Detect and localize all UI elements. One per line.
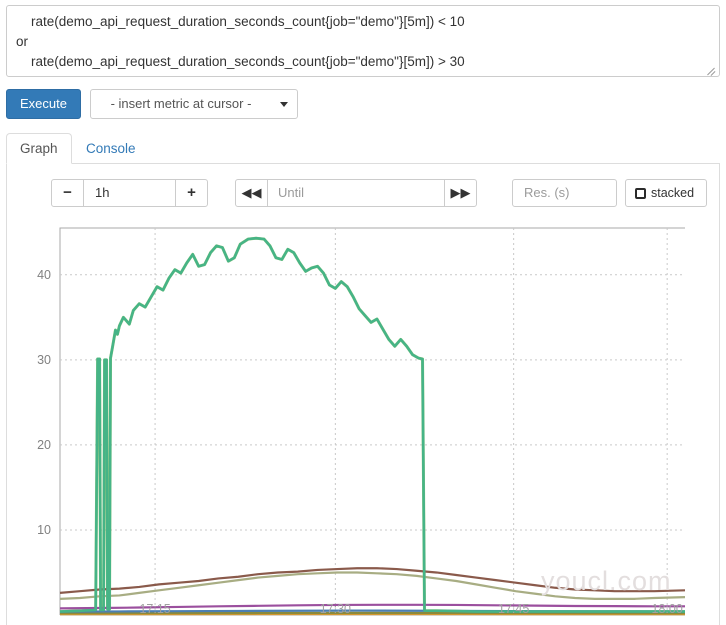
x-tick-label: 17:15 xyxy=(139,602,171,616)
x-axis-labels: 17:15 17:30 17:45 18:00 xyxy=(7,222,721,625)
x-tick-label: 18:00 xyxy=(651,602,683,616)
until-input[interactable]: Until xyxy=(267,179,445,207)
step-forward-button[interactable]: ▶▶ xyxy=(444,179,477,207)
stacked-toggle[interactable]: stacked xyxy=(625,179,707,207)
stacked-toggle-label: stacked xyxy=(651,186,695,200)
prometheus-expression-browser: rate(demo_api_request_duration_seconds_c… xyxy=(0,0,726,625)
step-backward-button[interactable]: ◀◀ xyxy=(235,179,268,207)
x-tick-label: 17:30 xyxy=(319,602,351,616)
chevron-down-icon xyxy=(280,102,288,107)
tab-graph[interactable]: Graph xyxy=(6,133,72,164)
textarea-resize-handle[interactable] xyxy=(704,62,717,76)
x-tick-label: 17:45 xyxy=(498,602,530,616)
range-increase-button[interactable]: + xyxy=(175,179,208,207)
checkbox-icon[interactable] xyxy=(635,188,646,199)
time-nav-group: ◀◀ Until ▶▶ xyxy=(235,179,477,207)
view-tabs: Graph Console xyxy=(6,133,720,164)
execute-button[interactable]: Execute xyxy=(6,89,81,119)
query-textarea[interactable]: rate(demo_api_request_duration_seconds_c… xyxy=(6,5,720,77)
tab-console[interactable]: Console xyxy=(72,133,150,164)
graph-chart: 10 20 30 40 17:15 17:30 17:45 18:00 xyxy=(7,222,721,625)
insert-metric-select[interactable]: - insert metric at cursor - xyxy=(90,89,298,119)
range-control-group: − 1h + xyxy=(51,179,208,207)
graph-panel: − 1h + ◀◀ Until ▶▶ Res. (s) stacked 10 20… xyxy=(6,164,720,625)
range-decrease-button[interactable]: − xyxy=(51,179,84,207)
graph-controls: − 1h + ◀◀ Until ▶▶ Res. (s) stacked xyxy=(7,179,721,209)
resolution-input[interactable]: Res. (s) xyxy=(512,179,617,207)
insert-metric-select-value: - insert metric at cursor - xyxy=(110,96,252,111)
query-text: rate(demo_api_request_duration_seconds_c… xyxy=(16,14,465,69)
range-input[interactable]: 1h xyxy=(83,179,176,207)
